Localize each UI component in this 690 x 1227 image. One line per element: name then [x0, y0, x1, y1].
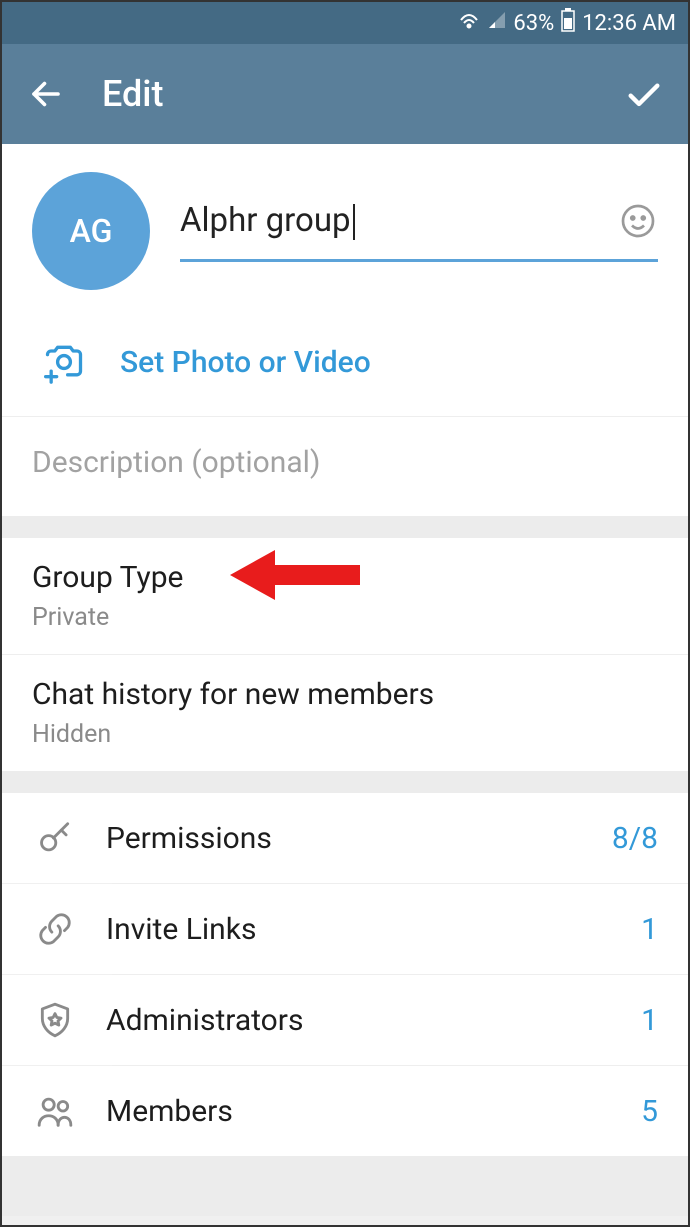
avatar[interactable]: AG [32, 172, 150, 290]
clock: 12:36 AM [582, 11, 676, 36]
link-icon [32, 906, 78, 952]
group-type-row[interactable]: Group Type Private [2, 538, 688, 654]
permissions-value: 8/8 [612, 821, 658, 856]
description-input[interactable]: Description (optional) [2, 417, 688, 516]
emoji-button[interactable] [618, 201, 658, 241]
administrators-value: 1 [641, 1003, 658, 1038]
back-button[interactable] [26, 74, 66, 114]
permissions-label: Permissions [106, 821, 584, 856]
description-placeholder: Description (optional) [32, 445, 320, 480]
group-type-label: Group Type [32, 560, 658, 595]
administrators-label: Administrators [106, 1003, 613, 1038]
administrators-row[interactable]: Administrators 1 [2, 975, 688, 1065]
battery-icon [560, 8, 576, 38]
profile-section: AG Alphr group Set Photo or Vide [2, 144, 688, 516]
group-name-field-wrap: Alphr group [180, 201, 658, 262]
set-photo-row[interactable]: Set Photo or Video [2, 320, 688, 416]
set-photo-label: Set Photo or Video [120, 345, 371, 380]
wifi-icon [457, 8, 481, 38]
text-caret [353, 204, 355, 240]
group-name-input[interactable]: Alphr group [180, 201, 618, 240]
members-icon [32, 1088, 78, 1134]
members-label: Members [106, 1094, 613, 1129]
members-value: 5 [641, 1094, 658, 1129]
group-type-value: Private [32, 603, 658, 632]
avatar-initials: AG [70, 212, 113, 250]
signal-icon [487, 10, 507, 36]
chat-history-label: Chat history for new members [32, 677, 658, 712]
status-bar: 63% 12:36 AM [2, 2, 688, 44]
battery-percent: 63% [513, 11, 554, 36]
invite-links-row[interactable]: Invite Links 1 [2, 884, 688, 974]
shield-star-icon [32, 997, 78, 1043]
invite-links-value: 1 [641, 912, 658, 947]
app-header: Edit [2, 44, 688, 144]
permissions-row[interactable]: Permissions 8/8 [2, 793, 688, 883]
page-title: Edit [102, 73, 624, 115]
members-row[interactable]: Members 5 [2, 1066, 688, 1156]
confirm-button[interactable] [624, 74, 664, 114]
chat-history-value: Hidden [32, 720, 658, 749]
invite-links-label: Invite Links [106, 912, 613, 947]
camera-icon [40, 338, 88, 386]
key-icon [32, 815, 78, 861]
chat-history-row[interactable]: Chat history for new members Hidden [2, 655, 688, 771]
